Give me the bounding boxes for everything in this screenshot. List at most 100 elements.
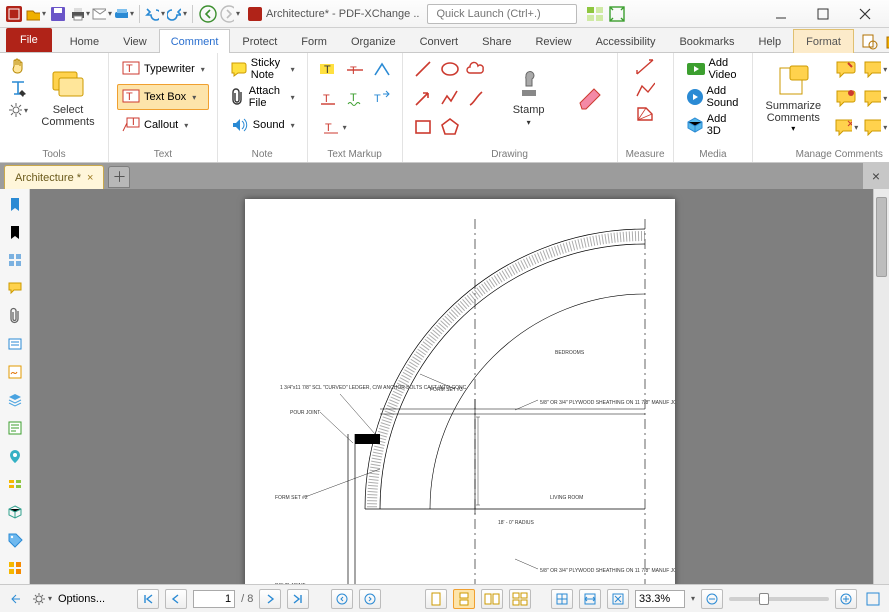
tab-view[interactable]: View <box>111 29 159 53</box>
comment-style2-icon[interactable] <box>862 56 888 82</box>
file-tab[interactable]: File <box>6 28 52 52</box>
add-video-button[interactable]: Add Video <box>682 56 745 82</box>
tags-icon[interactable] <box>4 529 26 551</box>
tab-help[interactable]: Help <box>747 29 794 53</box>
open-icon[interactable] <box>26 4 46 24</box>
distance-icon[interactable] <box>635 56 655 76</box>
links-panel-icon[interactable] <box>4 473 26 495</box>
prev-page-button[interactable] <box>165 589 187 609</box>
3dmodel-icon[interactable] <box>4 501 26 523</box>
close-tab-icon[interactable]: × <box>87 172 93 184</box>
scan-icon[interactable] <box>114 4 134 24</box>
layout-single-icon[interactable] <box>425 589 447 609</box>
new-tab-button[interactable]: ＋ <box>108 166 130 188</box>
polyline-icon[interactable] <box>438 85 462 111</box>
nav-back-icon[interactable] <box>198 4 218 24</box>
redo-icon[interactable] <box>167 4 187 24</box>
scroll-thumb[interactable] <box>876 197 887 277</box>
comment-style1-icon[interactable] <box>833 56 859 82</box>
fit-page-icon[interactable] <box>551 589 573 609</box>
app-icon[interactable] <box>4 4 24 24</box>
page-viewport[interactable]: BEDROOMS LIVING ROOM 18' - 0" RADIUS 1 3… <box>30 189 889 584</box>
tab-share[interactable]: Share <box>470 29 523 53</box>
layout-continuous-icon[interactable] <box>453 589 475 609</box>
search-panel-icon[interactable] <box>884 32 889 52</box>
comment-style4-icon[interactable] <box>833 85 859 111</box>
line-icon[interactable] <box>411 56 435 82</box>
eraser-button[interactable] <box>569 56 609 140</box>
sound-button[interactable]: Sound▾ <box>226 112 299 138</box>
fields-icon[interactable] <box>4 333 26 355</box>
tab-organize[interactable]: Organize <box>339 29 408 53</box>
options-label[interactable]: Options... <box>58 593 105 605</box>
caret-icon[interactable] <box>370 56 394 82</box>
print-icon[interactable] <box>70 4 90 24</box>
add-3d-button[interactable]: Add 3D <box>682 112 745 138</box>
properties-icon[interactable] <box>4 557 26 579</box>
tab-review[interactable]: Review <box>523 29 583 53</box>
bookmarks-panel-icon[interactable] <box>4 193 26 215</box>
sticky-note-button[interactable]: Sticky Note▾ <box>226 56 299 82</box>
replace-icon[interactable]: T <box>370 85 394 111</box>
layout-facing-cont-icon[interactable] <box>509 589 531 609</box>
tab-accessibility[interactable]: Accessibility <box>584 29 668 53</box>
tab-comment[interactable]: Comment <box>159 29 231 53</box>
ui-toggle-icon[interactable] <box>585 4 605 24</box>
cloud-icon[interactable] <box>465 56 489 82</box>
attachments-icon[interactable] <box>4 305 26 327</box>
nav-fwd-icon[interactable] <box>220 4 240 24</box>
zoom-slider-thumb[interactable] <box>759 593 769 605</box>
close-button[interactable] <box>845 0 885 28</box>
oval-icon[interactable] <box>438 56 462 82</box>
zoom-actual-icon[interactable] <box>607 589 629 609</box>
page-number-input[interactable]: 1 <box>193 590 235 608</box>
hand-tool-icon[interactable] <box>8 56 28 76</box>
layout-facing-icon[interactable] <box>481 589 503 609</box>
highlight-icon[interactable]: T <box>316 56 340 82</box>
undo-icon[interactable] <box>145 4 165 24</box>
comment-style7-icon[interactable] <box>833 114 859 140</box>
close-all-tabs-button[interactable]: × <box>863 163 889 189</box>
tab-home[interactable]: Home <box>58 29 111 53</box>
callout-button[interactable]: TCallout▾ <box>117 112 209 138</box>
textbox-button[interactable]: TText Box▾ <box>117 84 209 110</box>
thumbnails-icon[interactable] <box>4 249 26 271</box>
first-page-button[interactable] <box>137 589 159 609</box>
tab-form[interactable]: Form <box>289 29 339 53</box>
summarize-comments-button[interactable]: Summarize Comments ▾ <box>761 56 825 140</box>
add-sound-button[interactable]: Add Sound <box>682 84 745 110</box>
zoom-slider[interactable] <box>729 597 829 601</box>
rect-icon[interactable] <box>411 114 435 140</box>
minimize-button[interactable] <box>761 0 801 28</box>
gear-icon[interactable] <box>8 100 28 120</box>
select-comments-button[interactable]: Select Comments <box>36 56 100 140</box>
vertical-scrollbar[interactable] <box>873 189 889 584</box>
zoom-in-button[interactable] <box>835 589 857 609</box>
panel-toggle-icon[interactable] <box>6 589 26 609</box>
tab-bookmarks[interactable]: Bookmarks <box>667 29 746 53</box>
perimeter-icon[interactable] <box>635 80 655 100</box>
quick-launch-input[interactable] <box>436 8 578 20</box>
fit-width-icon[interactable] <box>579 589 601 609</box>
comment-style5-icon[interactable] <box>862 85 888 111</box>
comment-style8-icon[interactable] <box>862 114 888 140</box>
attach-file-button[interactable]: Attach File▾ <box>226 84 299 110</box>
fit-icon[interactable] <box>607 4 627 24</box>
select-text-icon[interactable] <box>8 78 28 98</box>
history-fwd-button[interactable] <box>359 589 381 609</box>
signatures-icon[interactable] <box>4 361 26 383</box>
bookmarks2-icon[interactable] <box>4 221 26 243</box>
area-icon[interactable] <box>635 104 655 124</box>
squiggly-icon[interactable]: T <box>343 85 367 111</box>
quick-launch-search[interactable] <box>427 4 577 24</box>
last-page-button[interactable] <box>287 589 309 609</box>
fullscreen-icon[interactable] <box>863 589 883 609</box>
mail-icon[interactable] <box>92 4 112 24</box>
text-correction-icon[interactable]: T <box>316 114 394 140</box>
options-gear-icon[interactable] <box>32 589 52 609</box>
document-tab[interactable]: Architecture *× <box>4 165 104 189</box>
underline-icon[interactable]: T <box>316 85 340 111</box>
comments-panel-icon[interactable] <box>4 277 26 299</box>
pencil-icon[interactable] <box>465 85 489 111</box>
typewriter-button[interactable]: TTypewriter▾ <box>117 56 209 82</box>
